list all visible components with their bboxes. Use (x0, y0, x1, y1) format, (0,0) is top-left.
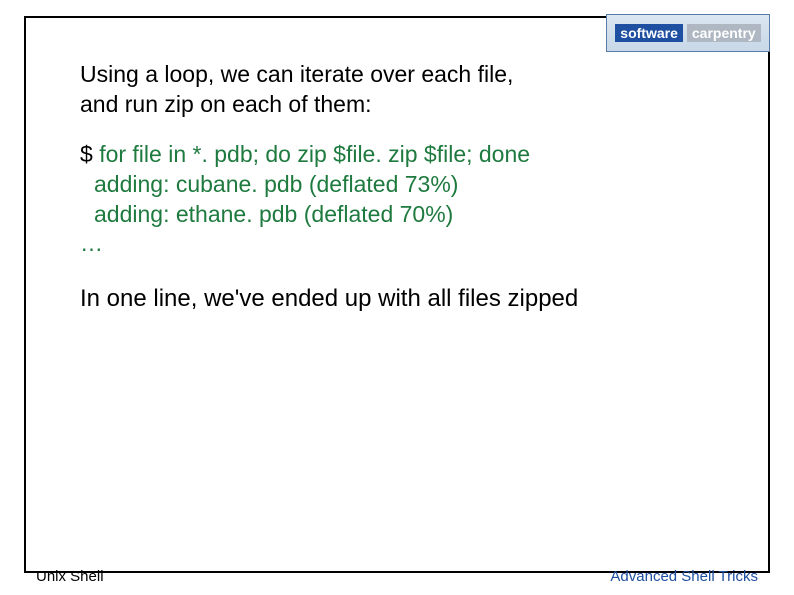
footer-right: Advanced Shell Tricks (610, 568, 758, 585)
terminal-output-1: adding: cubane. pdb (deflated 73%) (80, 170, 754, 200)
terminal-command-line: $ for file in *. pdb; do zip $file. zip … (80, 140, 754, 170)
prompt: $ (80, 141, 93, 167)
logo-word-1: software (615, 24, 683, 42)
logo-inner: software carpentry (615, 24, 760, 42)
footer-left: Unix Shell (36, 568, 104, 585)
terminal-output-3: … (80, 229, 754, 259)
conclusion-text: In one line, we've ended up with all fil… (80, 283, 754, 314)
intro-line-1: Using a loop, we can iterate over each f… (80, 60, 754, 90)
terminal-block: $ for file in *. pdb; do zip $file. zip … (80, 140, 754, 260)
intro-text: Using a loop, we can iterate over each f… (80, 60, 754, 120)
terminal-output-2: adding: ethane. pdb (deflated 70%) (80, 200, 754, 230)
slide-content: Using a loop, we can iterate over each f… (80, 60, 754, 315)
brand-logo: software carpentry (606, 14, 770, 52)
command-text: for file in *. pdb; do zip $file. zip $f… (99, 141, 530, 167)
logo-word-2: carpentry (687, 24, 761, 42)
intro-line-2: and run zip on each of them: (80, 90, 754, 120)
